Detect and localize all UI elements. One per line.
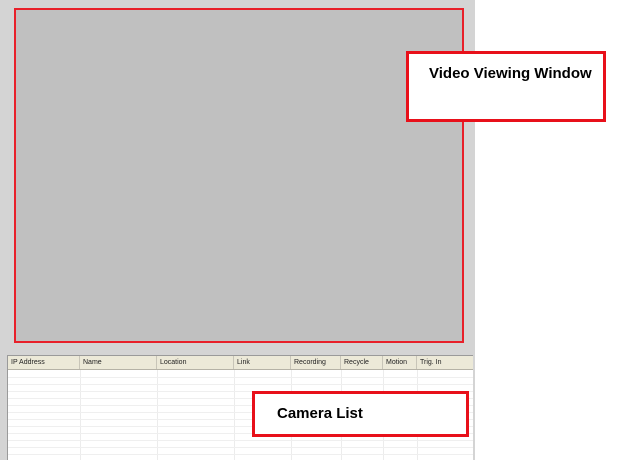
column-header-link[interactable]: Link xyxy=(234,356,291,369)
column-header-ip-address[interactable]: IP Address xyxy=(8,356,80,369)
row-divider xyxy=(8,384,473,385)
row-divider xyxy=(8,440,473,441)
column-header-location[interactable]: Location xyxy=(157,356,234,369)
camera-list-callout: Camera List xyxy=(252,391,469,437)
row-divider xyxy=(8,447,473,448)
column-header-motion[interactable]: Motion xyxy=(383,356,417,369)
column-header-trig-in[interactable]: Trig. In xyxy=(417,356,473,369)
column-header-name[interactable]: Name xyxy=(80,356,157,369)
video-viewing-window-callout: Video Viewing Window xyxy=(406,51,606,122)
video-viewing-window[interactable] xyxy=(14,8,464,343)
row-divider xyxy=(8,377,473,378)
camera-list-header: IP Address Name Location Link Recording … xyxy=(8,356,473,370)
row-divider xyxy=(8,454,473,455)
column-header-recycle[interactable]: Recycle xyxy=(341,356,383,369)
column-header-recording[interactable]: Recording xyxy=(291,356,341,369)
